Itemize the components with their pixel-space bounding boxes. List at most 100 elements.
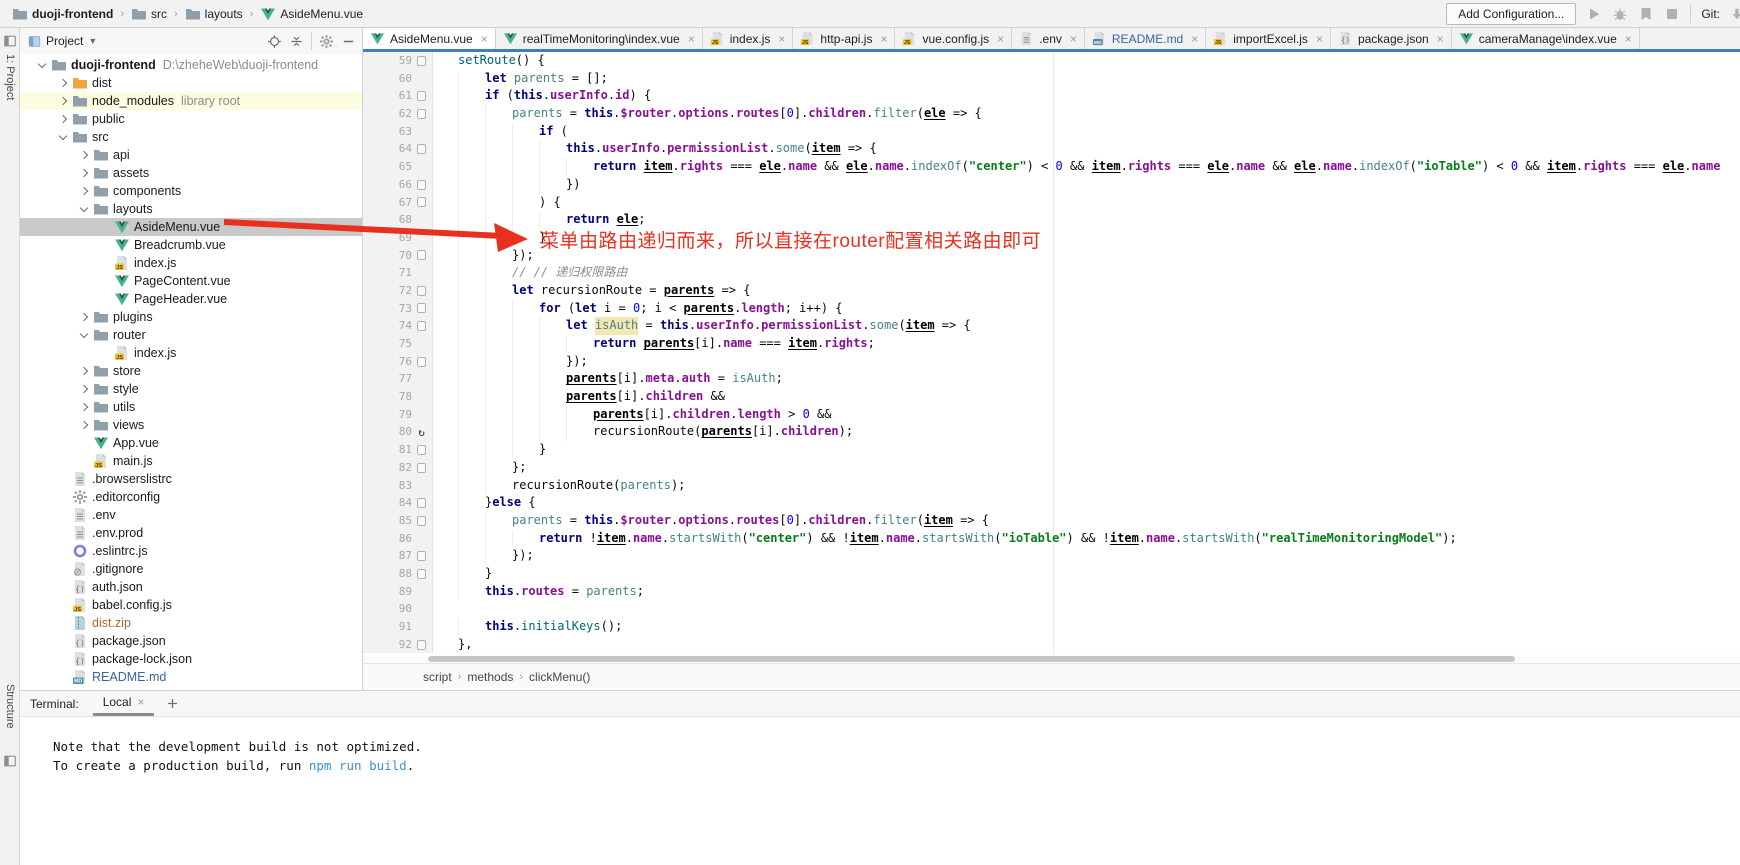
code-line[interactable]: 82}; [363,459,1740,477]
collapsed-arrow-icon[interactable] [78,383,91,396]
code-line[interactable]: 87}); [363,547,1740,565]
tool-strip-project-label[interactable]: 1: Project [4,54,16,100]
tree-item-index-js[interactable]: JSindex.js [20,254,362,272]
tree-item-duoji-frontend[interactable]: duoji-frontendD:\zheheWeb\duoji-frontend [20,56,362,74]
fold-marker[interactable] [416,444,427,455]
fold-marker[interactable] [416,108,427,119]
tab-close-icon[interactable]: × [1437,33,1444,45]
tree-item-editorconfig[interactable]: .editorconfig [20,488,362,506]
close-icon[interactable]: × [137,695,144,709]
code-line[interactable]: 76}); [363,353,1740,371]
tree-item-api[interactable]: api [20,146,362,164]
fold-marker[interactable] [416,55,427,66]
tree-item-utils[interactable]: utils [20,398,362,416]
tree-item-breadcrumb-vue[interactable]: Breadcrumb.vue [20,236,362,254]
tab-close-icon[interactable]: × [688,33,695,45]
code-line[interactable]: 68return ele; [363,211,1740,229]
tab-package-json[interactable]: {)package.json× [1331,28,1452,49]
tab-close-icon[interactable]: × [880,33,887,45]
collapsed-arrow-icon[interactable] [78,185,91,198]
fold-marker[interactable] [416,285,427,296]
tree-item-main-js[interactable]: JSmain.js [20,452,362,470]
fold-marker[interactable] [416,250,427,261]
recursive-call-icon[interactable]: ↻ [416,427,427,438]
fold-marker[interactable] [416,568,427,579]
code-line[interactable]: 80↻recursionRoute(parents[i].children); [363,423,1740,441]
collapsed-arrow-icon[interactable] [78,311,91,324]
expanded-arrow-icon[interactable] [57,131,70,144]
tab-close-icon[interactable]: × [1070,33,1077,45]
tree-item-package-json[interactable]: {)package.json [20,632,362,650]
code-line[interactable]: 92}, [363,636,1740,654]
collapse-all-icon[interactable] [289,34,304,49]
fold-marker[interactable] [416,197,427,208]
fold-marker[interactable] [416,551,427,562]
breadcrumb-item-duoji-frontend[interactable]: duoji-frontend [10,5,115,23]
tree-item-env[interactable]: .env [20,506,362,524]
collapsed-arrow-icon[interactable] [57,113,70,126]
code-line[interactable]: 81} [363,441,1740,459]
collapsed-arrow-icon[interactable] [57,77,70,90]
collapsed-arrow-icon[interactable] [78,401,91,414]
fold-marker[interactable] [416,498,427,509]
collapsed-arrow-icon[interactable] [78,419,91,432]
fold-marker[interactable] [416,462,427,473]
collapsed-arrow-icon[interactable] [78,365,91,378]
breadcrumb-item-src[interactable]: src [129,5,169,23]
code-line[interactable]: 62parents = this.$router.options.routes[… [363,105,1740,123]
tree-item-plugins[interactable]: plugins [20,308,362,326]
tree-item-babel-config-js[interactable]: JSbabel.config.js [20,596,362,614]
tree-item-layouts[interactable]: layouts [20,200,362,218]
tree-item-package-lock-json[interactable]: {)package-lock.json [20,650,362,668]
code-line[interactable]: 64this.userInfo.permissionList.some(item… [363,140,1740,158]
tree-item-gitignore[interactable]: .gitignore [20,560,362,578]
code-line[interactable]: 70}); [363,247,1740,265]
code-line[interactable]: 90 [363,600,1740,618]
tree-item-readme-md[interactable]: MDREADME.md [20,668,362,686]
code-line[interactable]: 71// // 递归权限路由 [363,264,1740,282]
tree-item-src[interactable]: src [20,128,362,146]
tab-close-icon[interactable]: × [1316,33,1323,45]
tab-close-icon[interactable]: × [1191,33,1198,45]
code-editor[interactable]: 59setRoute() {60let parents = [];61if (t… [363,52,1740,655]
new-terminal-session-icon[interactable] [166,697,179,710]
editor-breadcrumb-clickmenu[interactable]: clickMenu() [529,670,590,684]
code-line[interactable]: 84}else { [363,494,1740,512]
code-line[interactable]: 75return parents[i].name === item.rights… [363,335,1740,353]
tree-item-components[interactable]: components [20,182,362,200]
code-line[interactable]: 74let isAuth = this.userInfo.permissionL… [363,317,1740,335]
code-line[interactable]: 67) { [363,194,1740,212]
code-line[interactable]: 91this.initialKeys(); [363,618,1740,636]
tool-strip-structure-label[interactable]: Structure [4,684,16,729]
code-line[interactable]: 89this.routes = parents; [363,583,1740,601]
hide-panel-icon[interactable] [341,34,356,49]
tab-asidemenu-vue[interactable]: AsideMenu.vue× [363,28,496,49]
tree-item-public[interactable]: public [20,110,362,128]
tab-readme-md[interactable]: MDREADME.md× [1085,28,1206,49]
tree-item-auth-json[interactable]: {)auth.json [20,578,362,596]
fold-marker[interactable] [416,179,427,190]
terminal-tab-local[interactable]: Local × [93,691,155,716]
tab-http-api-js[interactable]: JShttp-api.js× [793,28,895,49]
coverage-icon[interactable] [1638,6,1654,22]
project-view-selector[interactable]: Project ▼ [28,34,97,48]
code-line[interactable]: 63if ( [363,123,1740,141]
expanded-arrow-icon[interactable] [78,203,91,216]
fold-marker[interactable] [416,144,427,155]
collapsed-arrow-icon[interactable] [78,149,91,162]
vcs-update-icon[interactable] [1730,7,1740,21]
tab-close-icon[interactable]: × [778,33,785,45]
tree-item-views[interactable]: views [20,416,362,434]
breadcrumb-item-asidemenu-vue[interactable]: AsideMenu.vue [258,5,365,23]
fold-marker[interactable] [416,91,427,102]
code-line[interactable]: 73for (let i = 0; i < parents.length; i+… [363,300,1740,318]
code-line[interactable]: 65return item.rights === ele.name && ele… [363,158,1740,176]
gear-icon[interactable] [319,34,334,49]
tree-item-router[interactable]: router [20,326,362,344]
tab-vue-config-js[interactable]: JSvue.config.js× [895,28,1012,49]
tree-item-assets[interactable]: assets [20,164,362,182]
expanded-arrow-icon[interactable] [78,329,91,342]
tab-index-js[interactable]: JSindex.js× [703,28,794,49]
tree-item-pagecontent-vue[interactable]: PageContent.vue [20,272,362,290]
tree-item-asidemenu-vue[interactable]: AsideMenu.vue [20,218,362,236]
